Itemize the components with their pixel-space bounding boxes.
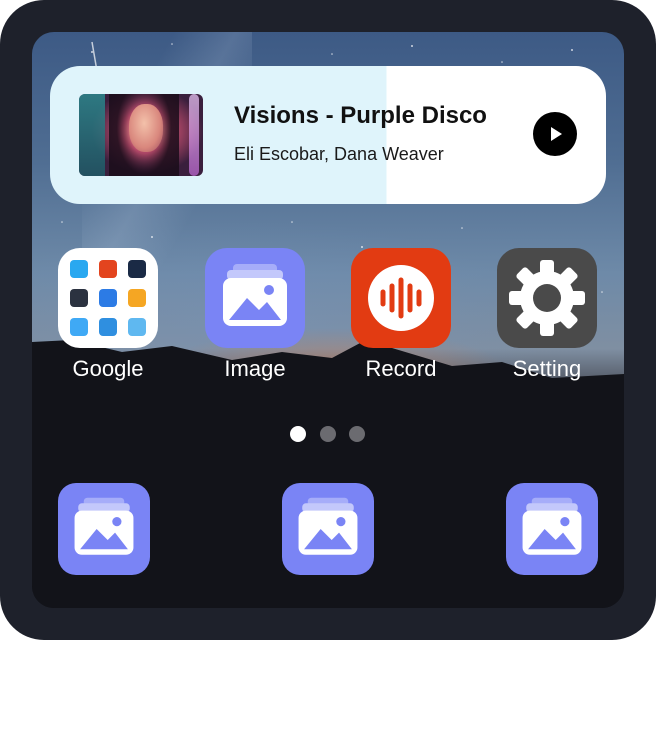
play-icon xyxy=(551,127,562,141)
music-widget[interactable]: Visions - Purple Disco Eli Escobar, Dana… xyxy=(50,66,606,204)
page-dot[interactable] xyxy=(320,426,336,442)
google-folder-icon xyxy=(58,248,158,348)
gear-icon xyxy=(497,248,597,348)
device-frame: Visions - Purple Disco Eli Escobar, Dana… xyxy=(0,0,656,640)
app-label-image: Image xyxy=(224,356,286,381)
app-label-setting: Setting xyxy=(512,356,582,381)
app-label-record: Record xyxy=(365,356,437,381)
app-label-google: Google xyxy=(72,356,144,381)
song-title: Visions - Purple Disco xyxy=(234,102,487,129)
dock-image-icon[interactable] xyxy=(282,483,374,575)
album-cover xyxy=(79,94,203,176)
record-icon xyxy=(351,248,451,348)
play-button[interactable] xyxy=(533,112,577,156)
dock-image-icon[interactable] xyxy=(506,483,598,575)
dock-image-icon[interactable] xyxy=(58,483,150,575)
song-artist: Eli Escobar, Dana Weaver xyxy=(234,144,444,164)
page-dot[interactable] xyxy=(349,426,365,442)
page-dot-active[interactable] xyxy=(290,426,306,442)
image-icon xyxy=(205,248,305,348)
home-screen: Visions - Purple Disco Eli Escobar, Dana… xyxy=(32,32,624,608)
